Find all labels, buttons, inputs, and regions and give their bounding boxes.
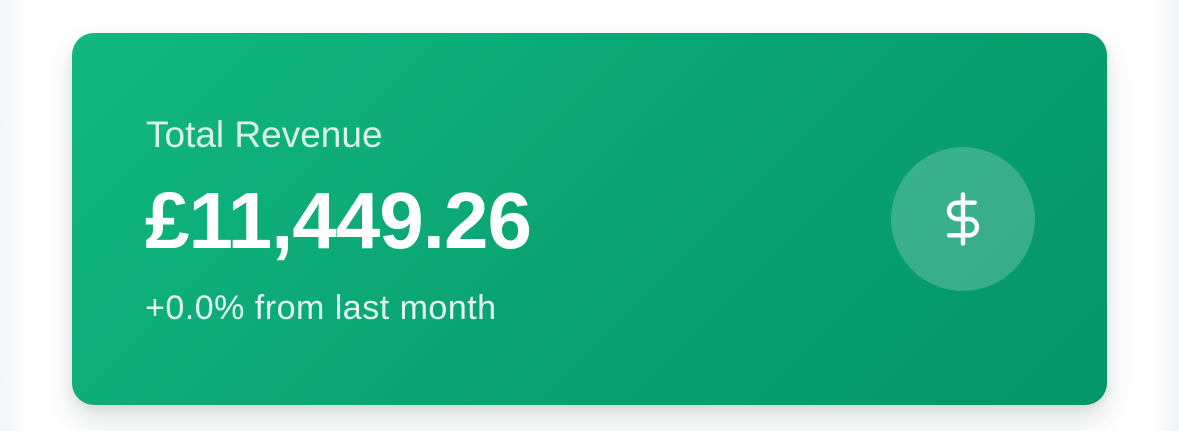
- revenue-change: +0.0% from last month: [145, 289, 497, 327]
- dollar-sign-icon: [946, 192, 980, 246]
- icon-badge: [891, 147, 1035, 291]
- total-revenue-card: Total Revenue £11,449.26 +0.0% from last…: [72, 33, 1107, 405]
- card-label: Total Revenue: [146, 114, 383, 155]
- revenue-value: £11,449.26: [145, 176, 532, 265]
